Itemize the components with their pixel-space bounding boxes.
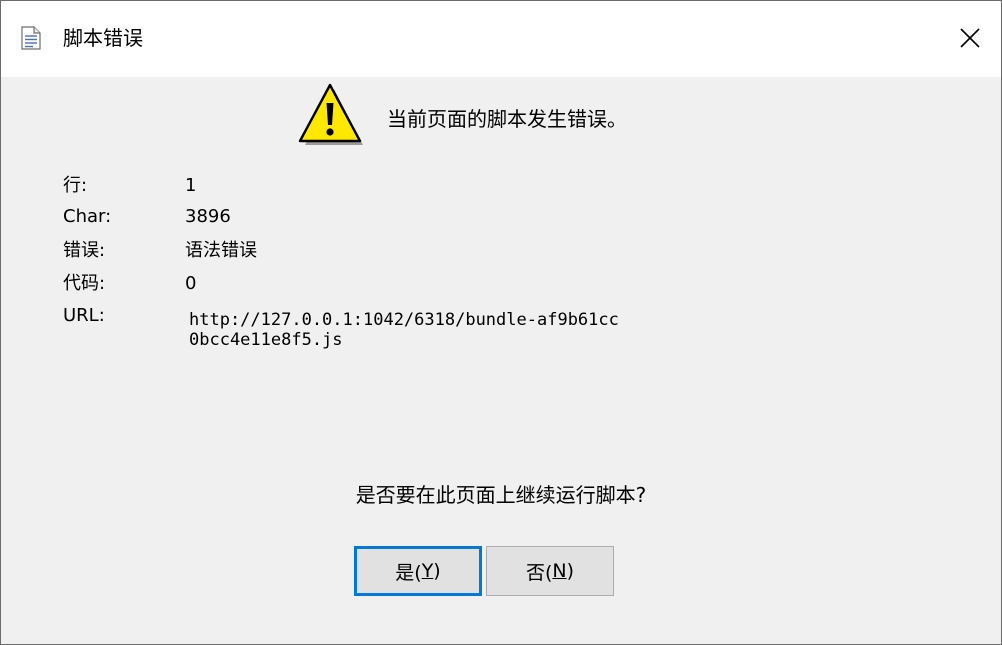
- yes-button-hotkey: Y: [421, 560, 434, 582]
- close-button[interactable]: [941, 1, 1001, 77]
- line-value: 1: [185, 175, 197, 196]
- document-icon: [21, 26, 41, 50]
- title-bar[interactable]: 脚本错误: [1, 1, 1001, 77]
- code-value: 0: [185, 273, 197, 294]
- window-title: 脚本错误: [63, 26, 143, 50]
- line-label: 行:: [63, 175, 88, 196]
- url-value: http://127.0.0.1:1042/6318/bundle-af9b61…: [189, 310, 619, 350]
- no-button-suffix: ): [566, 560, 575, 582]
- char-label: Char:: [63, 206, 112, 227]
- code-label: 代码:: [63, 273, 106, 294]
- dialog-content: 当前页面的脚本发生错误。 行: 1 Char: 3896 错误: 语法错误 代码…: [1, 77, 1001, 644]
- warning-icon: [297, 83, 365, 147]
- error-label: 错误:: [63, 240, 106, 261]
- continue-question: 是否要在此页面上继续运行脚本?: [355, 483, 647, 507]
- yes-button-prefix: 是(: [395, 561, 422, 584]
- no-button-prefix: 否(: [525, 561, 553, 584]
- error-value: 语法错误: [185, 240, 257, 261]
- yes-button-suffix: ): [433, 560, 441, 582]
- error-message: 当前页面的脚本发生错误。: [387, 107, 627, 131]
- yes-button[interactable]: 是(Y): [354, 546, 482, 596]
- url-label: URL:: [63, 305, 105, 326]
- no-button-hotkey: N: [552, 560, 567, 582]
- script-error-dialog: 脚本错误 当前页面的脚本发生错误。 行: 1 Char: 3896 错误: 语法…: [0, 0, 1002, 645]
- char-value: 3896: [185, 206, 231, 227]
- no-button[interactable]: 否(N): [486, 546, 614, 596]
